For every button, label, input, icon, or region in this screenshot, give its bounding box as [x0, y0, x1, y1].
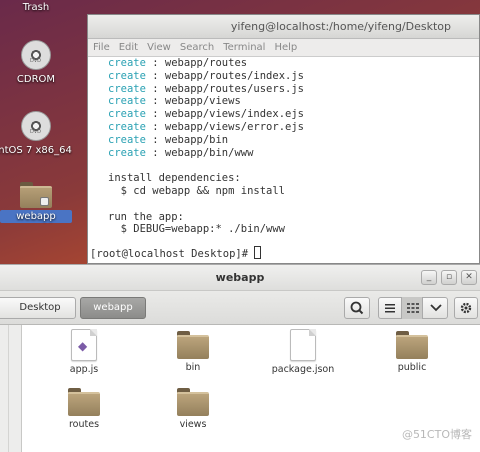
search-icon [350, 301, 364, 315]
chevron-down-icon[interactable] [429, 303, 443, 313]
sidebar [0, 325, 22, 452]
desktop-icon-label: Trash [22, 2, 50, 13]
minimize-button[interactable]: _ [421, 270, 437, 285]
window-title: webapp [215, 271, 265, 284]
desktop-icon-webapp[interactable]: webapp [0, 182, 72, 223]
folder-icon [396, 331, 428, 359]
text-file-icon [290, 329, 316, 361]
terminal-line: create : webapp/views/index.ejs [108, 108, 304, 121]
file-name: public [397, 362, 427, 373]
disc-icon [21, 40, 51, 70]
terminal-line: create : webapp/bin/www [108, 146, 254, 159]
view-mode-group [378, 297, 448, 319]
text-cursor [254, 246, 262, 259]
terminal-line: create : webapp/bin [108, 133, 229, 146]
menu-edit[interactable]: Edit [119, 39, 138, 56]
desktop-icon-label: CDROM [16, 74, 56, 85]
desktop-icon-centos-disc[interactable]: entOS 7 x86_64 [0, 111, 72, 156]
close-button[interactable]: ✕ [461, 270, 477, 285]
file-manager-toolbar: Desktop webapp [0, 291, 480, 325]
breadcrumb-webapp[interactable]: webapp [80, 297, 146, 319]
terminal-line: create : webapp/views/error.ejs [108, 120, 304, 133]
list-view-icon[interactable] [383, 302, 397, 314]
file-name: routes [68, 419, 100, 430]
desktop-icon-cdrom[interactable]: CDROM [0, 40, 72, 85]
terminal-output[interactable]: create : webapp/routes create : webapp/r… [88, 57, 479, 236]
terminal-title: yifeng@localhost:/home/yifeng/Desktop [230, 20, 451, 33]
grid-view-icon [407, 303, 419, 313]
terminal-line: $ DEBUG=webapp:* ./bin/www [108, 223, 286, 236]
desktop-icon-label: webapp [0, 210, 72, 223]
desktop-icon-trash[interactable]: Trash [0, 2, 72, 13]
terminal-line: create : webapp/routes/users.js [108, 82, 304, 95]
file-item-routes[interactable]: routes [44, 388, 124, 430]
file-item-package-json[interactable]: package.json [263, 329, 343, 375]
javascript-file-icon: ◆ [71, 329, 97, 361]
file-item-public[interactable]: public [372, 331, 452, 373]
file-item-bin[interactable]: bin [153, 331, 233, 373]
file-name: views [179, 419, 207, 430]
file-item-views[interactable]: views [153, 388, 233, 430]
terminal-line: $ cd webapp && npm install [108, 184, 286, 197]
search-button[interactable] [344, 297, 370, 319]
file-name: package.json [271, 364, 335, 375]
file-manager-window[interactable]: webapp _ ▫ ✕ Desktop webapp ◆ app.js bin [0, 264, 480, 452]
grid-view-button[interactable] [401, 297, 423, 319]
desktop-icon-label: entOS 7 x86_64 [0, 145, 72, 156]
terminal-line: run the app: [108, 210, 184, 223]
terminal-line: install dependencies: [108, 172, 241, 185]
terminal-line: create : webapp/views [108, 95, 241, 108]
file-name: bin [185, 362, 201, 373]
file-name: app.js [69, 364, 99, 375]
breadcrumb-desktop[interactable]: Desktop [0, 297, 76, 319]
menu-terminal[interactable]: Terminal [223, 39, 265, 56]
settings-button[interactable] [454, 297, 478, 319]
terminal-line: create : webapp/routes [108, 57, 248, 69]
menu-view[interactable]: View [147, 39, 171, 56]
terminal-line: create : webapp/routes/index.js [108, 69, 304, 82]
gear-icon [460, 302, 472, 314]
folder-icon [20, 182, 52, 208]
menu-search[interactable]: Search [180, 39, 214, 56]
disc-icon [21, 111, 51, 141]
menu-help[interactable]: Help [274, 39, 297, 56]
terminal-titlebar[interactable]: yifeng@localhost:/home/yifeng/Desktop [88, 15, 479, 39]
file-manager-titlebar[interactable]: webapp _ ▫ ✕ [0, 265, 480, 291]
terminal-prompt[interactable]: [root@localhost Desktop]# [90, 246, 262, 260]
maximize-button[interactable]: ▫ [441, 270, 457, 285]
folder-icon [177, 331, 209, 359]
file-item-app-js[interactable]: ◆ app.js [44, 329, 124, 375]
terminal-menubar: File Edit View Search Terminal Help [88, 39, 479, 57]
lock-badge-icon [40, 197, 49, 206]
watermark: @51CTO博客 [401, 428, 472, 441]
folder-icon [177, 388, 209, 416]
folder-icon [68, 388, 100, 416]
menu-file[interactable]: File [93, 39, 110, 56]
terminal-window[interactable]: yifeng@localhost:/home/yifeng/Desktop Fi… [87, 14, 480, 264]
